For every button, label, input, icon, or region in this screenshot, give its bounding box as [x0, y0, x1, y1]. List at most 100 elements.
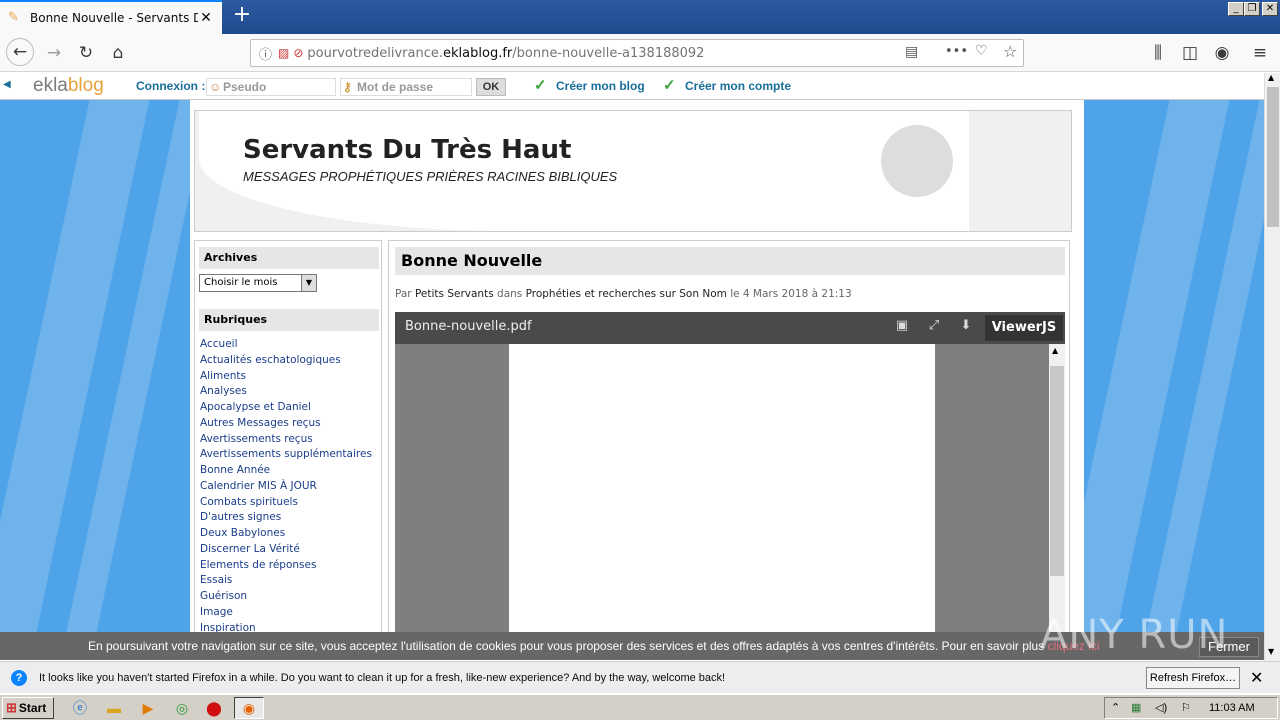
ok-button[interactable]: OK: [476, 78, 506, 96]
article-title: Bonne Nouvelle: [395, 247, 1065, 275]
insecure-lock-icon[interactable]: ⊘: [293, 46, 303, 60]
download-icon[interactable]: ⬇: [957, 318, 975, 336]
create-account-link[interactable]: Créer mon compte: [685, 79, 791, 93]
bookmark-star-icon[interactable]: ☆: [1003, 42, 1017, 61]
fullscreen-icon[interactable]: ⤢: [925, 318, 943, 336]
url-bar[interactable]: ⓘ ▨ ⊘ pourvotredelivrance.eklablog.fr/bo…: [250, 39, 1024, 67]
start-button[interactable]: ⊞ Start: [2, 697, 54, 719]
close-window-button[interactable]: ✕: [1262, 2, 1278, 16]
media-player-icon[interactable]: ▶: [138, 698, 158, 718]
hamburger-icon: ≡: [1252, 43, 1268, 63]
viewerjs-brand[interactable]: ViewerJS: [985, 315, 1063, 341]
check-icon: ✓: [534, 77, 547, 94]
network-icon[interactable]: ▦: [1131, 701, 1141, 714]
rubrique-link[interactable]: Avertissements reçus: [200, 433, 313, 445]
scroll-up-icon[interactable]: ▲: [1268, 73, 1274, 82]
rubrique-link[interactable]: Analyses: [200, 385, 247, 397]
rubrique-link[interactable]: Avertissements supplémentaires: [200, 448, 372, 460]
viewer-scroll-thumb[interactable]: [1050, 366, 1064, 576]
page-scrollbar[interactable]: ▲ ▼: [1264, 73, 1280, 661]
sidebar-button[interactable]: ◫: [1176, 40, 1204, 66]
rubrique-link[interactable]: Bonne Année: [200, 464, 270, 476]
rubrique-link[interactable]: Image: [200, 606, 233, 618]
collapse-arrow-icon[interactable]: ◀: [3, 79, 11, 90]
blog-title[interactable]: Servants Du Très Haut: [243, 135, 571, 165]
home-button[interactable]: ⌂: [104, 40, 132, 66]
reload-button[interactable]: ↻: [72, 40, 100, 66]
new-tab-button[interactable]: +: [230, 4, 254, 28]
taskbar-firefox[interactable]: ◉: [234, 697, 264, 719]
blocked-media-icon[interactable]: ▨: [278, 46, 289, 60]
rubrique-link[interactable]: Combats spirituels: [200, 496, 298, 508]
rubrique-link[interactable]: Autres Messages reçus: [200, 417, 321, 429]
question-icon: ?: [11, 670, 27, 686]
sidebar: Archives Choisir le mois ▼ Rubriques Acc…: [194, 240, 382, 632]
flag-icon[interactable]: ⚐: [1181, 701, 1191, 714]
pdf-page: [509, 344, 935, 632]
taskbar: ⊞ Start ⓔ ▬ ▶ ◎ ⬤ ◉ ⌃ ▦ ◁) ⚐ 11:03 AM: [0, 694, 1280, 720]
nav-bar: ← → ↻ ⌂ ⓘ ▨ ⊘ pourvotredelivrance.eklabl…: [0, 34, 1280, 72]
pdf-filename: Bonne-nouvelle.pdf: [405, 319, 532, 334]
check-icon: ✓: [663, 77, 676, 94]
rubrique-link[interactable]: Elements de réponses: [200, 559, 316, 571]
reader-view-icon[interactable]: ▤: [905, 44, 918, 60]
account-button[interactable]: ◉: [1208, 40, 1236, 66]
page-scroll-thumb[interactable]: [1267, 87, 1279, 227]
library-button[interactable]: ⫼: [1144, 40, 1172, 66]
blog-subtitle: MESSAGES PROPHÉTIQUES PRIÈRES RACINES BI…: [243, 169, 618, 184]
info-icon[interactable]: ⓘ: [259, 44, 272, 63]
viewer-toolbar: Bonne-nouvelle.pdf ▣ ⤢ ⬇ ViewerJS: [395, 312, 1065, 344]
firefox-icon: ◉: [242, 700, 256, 716]
back-button[interactable]: ←: [6, 38, 34, 66]
page-background: Servants Du Très Haut MESSAGES PROPHÉTIQ…: [0, 100, 1264, 632]
rubrique-link[interactable]: Deux Babylones: [200, 527, 285, 539]
category-link[interactable]: Prophéties et recherches sur Son Nom: [526, 288, 727, 300]
tray-expand-icon[interactable]: ⌃: [1111, 701, 1120, 714]
rubrique-link[interactable]: Accueil: [200, 338, 238, 350]
rubrique-link[interactable]: Apocalypse et Daniel: [200, 401, 311, 413]
scroll-up-icon[interactable]: ▲: [1052, 346, 1058, 355]
folder-icon[interactable]: ▬: [104, 698, 124, 718]
cookie-text: En poursuivant votre navigation sur ce s…: [88, 639, 1100, 653]
author-link[interactable]: Petits Servants: [415, 288, 494, 300]
blog-container: Servants Du Très Haut MESSAGES PROPHÉTIQ…: [190, 100, 1084, 632]
page-actions-button[interactable]: •••: [945, 44, 968, 59]
rubrique-link[interactable]: D'autres signes: [200, 511, 281, 523]
opera-icon[interactable]: ⬤: [204, 698, 224, 718]
tab-close-icon[interactable]: ✕: [198, 10, 214, 26]
ie-icon[interactable]: ⓔ: [70, 698, 90, 718]
menu-button[interactable]: ≡: [1246, 40, 1274, 66]
rubrique-link[interactable]: Guérison: [200, 590, 247, 602]
presentation-icon[interactable]: ▣: [893, 318, 911, 336]
minimize-button[interactable]: _: [1228, 2, 1244, 16]
tab-strip: ✎ Bonne Nouvelle - Servants Du Trè ✕ + _…: [0, 0, 1280, 34]
archives-title: Archives: [199, 247, 379, 269]
pocket-icon[interactable]: ♡: [975, 43, 988, 59]
notification-close-icon[interactable]: ✕: [1250, 668, 1263, 688]
eklablog-logo[interactable]: eklablog: [33, 75, 104, 97]
pseudo-input[interactable]: ☺ Pseudo: [206, 78, 336, 96]
create-blog-link[interactable]: Créer mon blog: [556, 79, 645, 93]
scroll-down-icon[interactable]: ▼: [1268, 647, 1274, 656]
rubrique-link[interactable]: Inspiration: [200, 622, 256, 633]
forward-button[interactable]: →: [40, 40, 68, 66]
rubrique-link[interactable]: Aliments: [200, 370, 246, 382]
notification-bar: ? It looks like you haven't started Fire…: [0, 661, 1280, 693]
rubrique-link[interactable]: Discerner La Vérité: [200, 543, 300, 555]
rubrique-link[interactable]: Actualités eschatologiques: [200, 354, 341, 366]
rubrique-link[interactable]: Calendrier MIS À JOUR: [200, 480, 317, 492]
anyrun-watermark: ANY RUN: [1040, 612, 1229, 658]
password-input[interactable]: ⚷ Mot de passe: [340, 78, 472, 96]
viewer-scrollbar[interactable]: ▲: [1049, 344, 1065, 632]
windows-logo-icon: ⊞: [6, 700, 17, 715]
account-icon: ◉: [1214, 43, 1230, 63]
tab-active[interactable]: ✎ Bonne Nouvelle - Servants Du Trè ✕: [0, 0, 222, 34]
home-icon: ⌂: [112, 43, 124, 63]
chrome-icon[interactable]: ◎: [172, 698, 192, 718]
refresh-firefox-button[interactable]: Refresh Firefox…: [1146, 667, 1240, 689]
archives-select[interactable]: Choisir le mois ▼: [199, 274, 317, 292]
volume-icon[interactable]: ◁): [1155, 701, 1167, 714]
rubrique-link[interactable]: Essais: [200, 574, 232, 586]
pdf-viewer[interactable]: Bonne-nouvelle.pdf ▣ ⤢ ⬇ ViewerJS ▲: [395, 312, 1065, 632]
restore-button[interactable]: ❐: [1244, 2, 1260, 16]
